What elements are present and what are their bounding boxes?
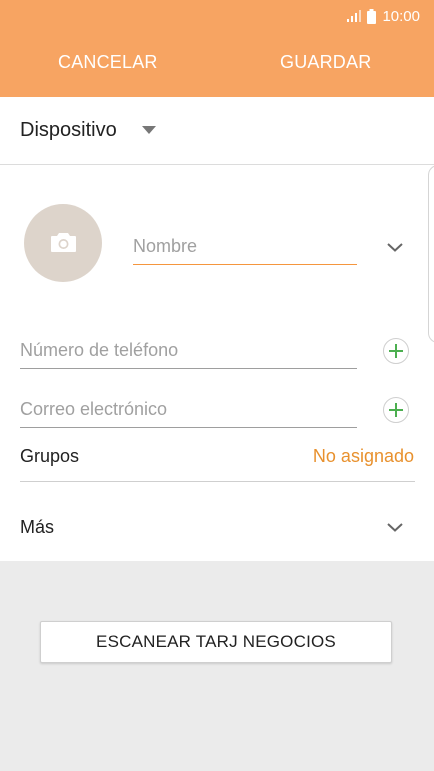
add-email-button[interactable]: [383, 397, 409, 423]
groups-label[interactable]: Grupos: [20, 446, 79, 467]
action-bar: CANCELAR GUARDAR: [0, 32, 434, 97]
dropdown-caret-icon: [142, 126, 156, 134]
scan-business-card-button[interactable]: ESCANEAR TARJ NEGOCIOS: [40, 621, 392, 663]
camera-icon: [51, 233, 76, 252]
contact-form: Grupos No asignado Más: [0, 165, 434, 561]
expand-name-chevron-icon[interactable]: [386, 241, 404, 253]
divider: [20, 481, 415, 482]
signal-icon: [347, 10, 362, 22]
status-icons: 10:00: [347, 7, 420, 25]
contact-photo-button[interactable]: [24, 204, 102, 282]
account-selector[interactable]: Dispositivo: [0, 97, 434, 165]
groups-value[interactable]: No asignado: [313, 446, 414, 467]
expand-more-chevron-icon[interactable]: [386, 521, 404, 533]
status-bar: 10:00: [0, 0, 434, 32]
plus-icon: [389, 403, 403, 417]
phone-field[interactable]: [20, 332, 357, 369]
save-button[interactable]: GUARDAR: [280, 52, 371, 73]
account-label: Dispositivo: [20, 119, 117, 141]
plus-icon: [389, 344, 403, 358]
add-phone-button[interactable]: [383, 338, 409, 364]
more-fields-label[interactable]: Más: [20, 517, 54, 538]
cancel-button[interactable]: CANCELAR: [58, 52, 158, 73]
email-field[interactable]: [20, 391, 357, 428]
edge-panel-handle[interactable]: [428, 165, 434, 343]
name-field[interactable]: [133, 228, 357, 265]
battery-icon: [367, 8, 377, 24]
status-time: 10:00: [382, 7, 420, 25]
